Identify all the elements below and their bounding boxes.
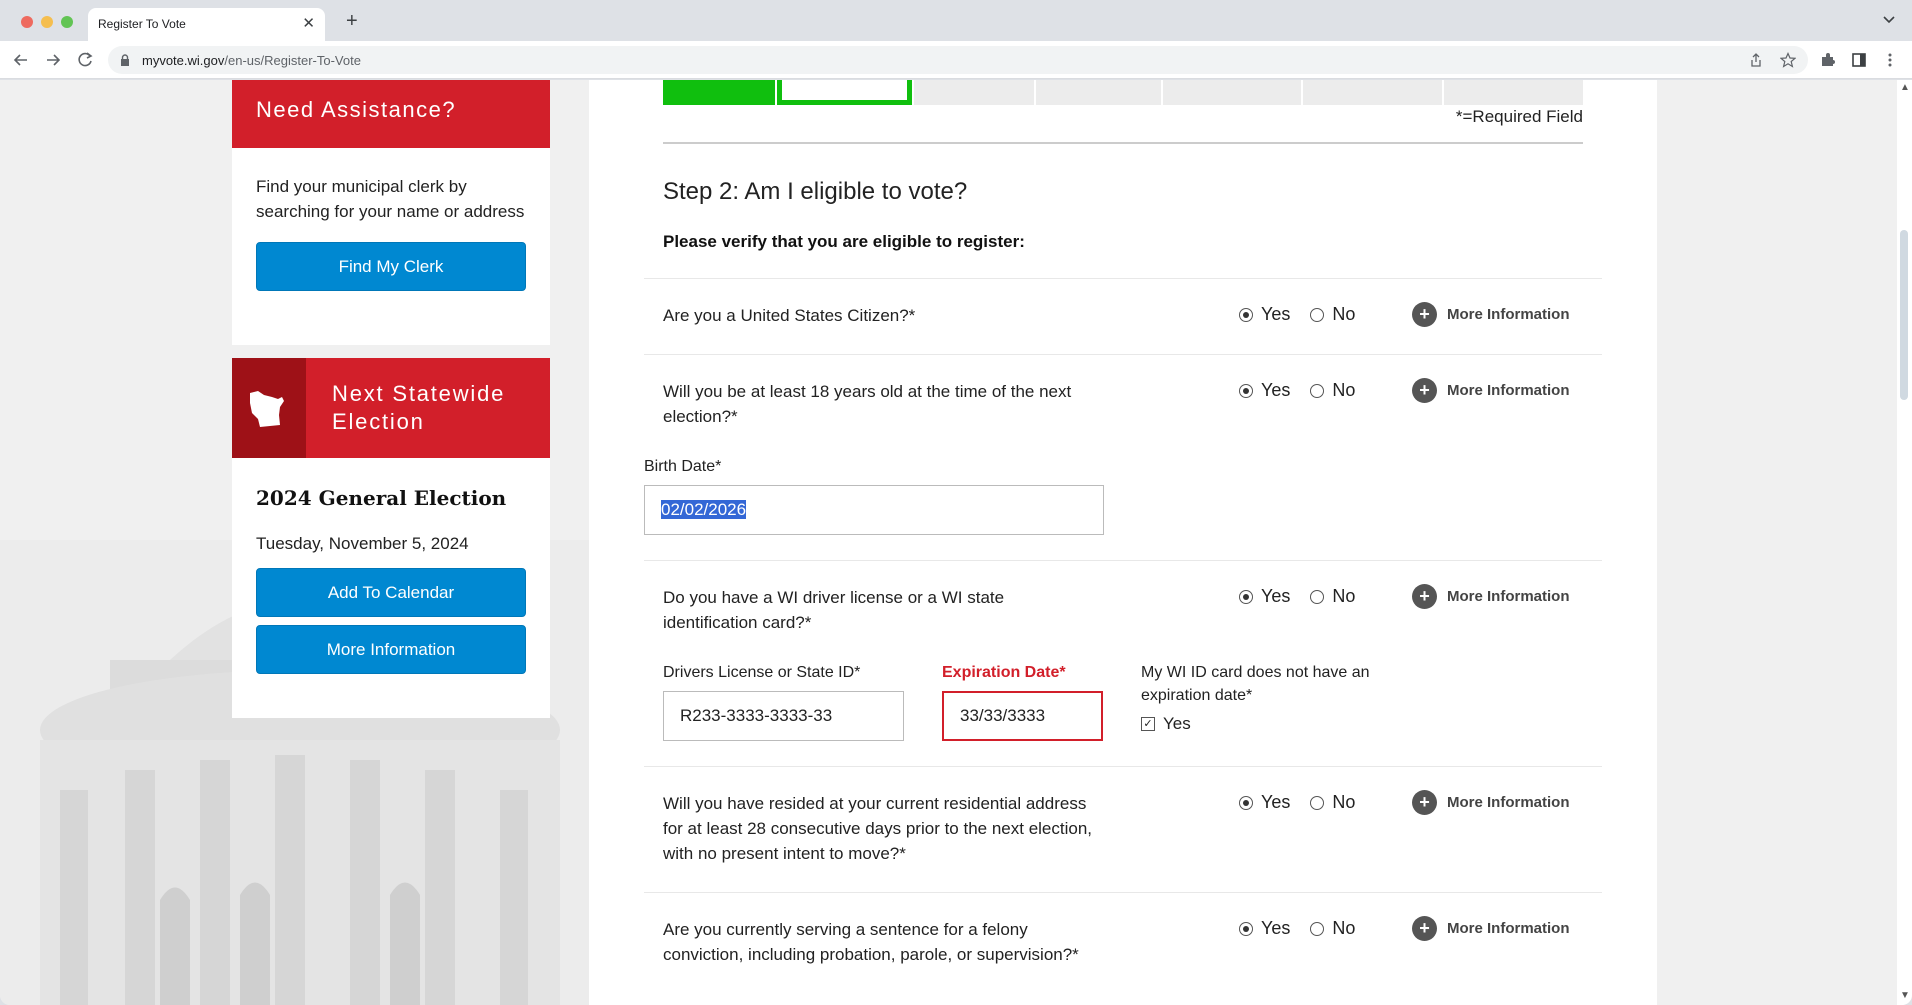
url-text: myvote.wi.gov/en-us/Register-To-Vote [142,53,361,68]
need-assistance-heading: Need Assistance? [232,80,550,148]
forward-icon[interactable] [42,49,64,71]
citizen-more-info-button[interactable]: + More Information [1412,302,1570,327]
expiration-date-label: Expiration Date* [942,664,1066,681]
plus-circle-icon: + [1412,302,1437,327]
progress-step-6 [1303,80,1443,105]
citizen-yes-radio[interactable]: Yes [1239,304,1290,325]
need-assistance-card: Need Assistance? Find your municipal cle… [232,80,550,345]
wisconsin-state-icon [250,391,284,427]
wi-license-more-info-button[interactable]: + More Information [1412,584,1570,609]
question-citizen: Are you a United States Citizen?* [663,306,916,325]
divider [644,354,1602,355]
question-residency: Will you have resided at your current re… [663,794,1093,863]
checkbox-checked-icon: ✓ [1141,717,1155,731]
find-my-clerk-button[interactable]: Find My Clerk [256,242,526,291]
question-felony: Are you currently serving a sentence for… [663,920,1079,964]
felony-more-info-button[interactable]: + More Information [1412,916,1570,941]
plus-circle-icon: + [1412,916,1437,941]
reload-icon[interactable] [74,49,96,71]
citizen-radio-group: Yes No [1239,304,1375,325]
required-field-note: *=Required Field [1455,107,1583,126]
bookmark-star-icon[interactable] [1780,52,1796,68]
age-yes-radio[interactable]: Yes [1239,380,1290,401]
close-window-button[interactable] [21,16,33,28]
birth-date-label: Birth Date* [644,458,722,475]
progress-bar [663,80,1583,105]
tab-strip: Register To Vote ✕ + [0,0,1912,41]
birth-date-input[interactable]: 02/02/2026 [644,485,1104,535]
share-icon[interactable] [1748,52,1764,68]
extensions-icon[interactable] [1820,52,1836,68]
age-more-info-button[interactable]: + More Information [1412,378,1570,403]
age-no-radio[interactable]: No [1310,380,1355,401]
progress-step-2 [777,80,912,105]
lock-icon [121,54,129,66]
browser-window: Register To Vote ✕ + myvote.wi.gov/en-us… [0,0,1912,1005]
license-id-label: Drivers License or State ID* [663,664,861,681]
back-icon[interactable] [10,49,32,71]
divider [663,142,1583,144]
residency-yes-radio[interactable]: Yes [1239,792,1290,813]
registration-form: *=Required Field Step 2: Am I eligible t… [589,80,1657,1005]
maximize-window-button[interactable] [61,16,73,28]
plus-circle-icon: + [1412,378,1437,403]
felony-radio-group: Yes No [1239,918,1375,939]
expiration-date-input[interactable]: 33/33/3333 [942,691,1103,741]
chevron-down-icon[interactable] [1882,12,1896,26]
progress-step-5 [1162,80,1302,105]
page-viewport: Need Assistance? Find your municipal cle… [0,80,1912,1005]
residency-more-info-button[interactable]: + More Information [1412,790,1570,815]
next-election-title: Next Statewide Election [332,381,506,434]
step-title: Step 2: Am I eligible to vote? [663,178,968,205]
question-wi-license: Do you have a WI driver license or a WI … [663,588,1005,632]
toolbar: myvote.wi.gov/en-us/Register-To-Vote [0,41,1912,79]
progress-step-4 [1036,80,1161,105]
plus-circle-icon: + [1412,790,1437,815]
progress-step-3 [913,80,1035,105]
election-more-information-button[interactable]: More Information [256,625,526,674]
step-subtitle: Please verify that you are eligible to r… [663,232,1025,251]
close-tab-icon[interactable]: ✕ [302,14,315,32]
minimize-window-button[interactable] [41,16,53,28]
need-assistance-text: Find your municipal clerk by searching f… [256,177,525,221]
add-to-calendar-button[interactable]: Add To Calendar [256,568,526,617]
divider [644,766,1602,767]
progress-step-1 [663,80,776,105]
divider [644,278,1602,279]
tab-title: Register To Vote [98,17,186,31]
scroll-down-icon[interactable]: ▼ [1900,990,1910,1001]
no-expiration-checkbox[interactable]: ✓ Yes [1141,714,1191,734]
new-tab-button[interactable]: + [346,10,358,33]
question-age: Will you be at least 18 years old at the… [663,382,1072,426]
vertical-scrollbar[interactable]: ▲ ▼ [1897,80,1912,1005]
wi-license-yes-radio[interactable]: Yes [1239,586,1290,607]
address-bar[interactable]: myvote.wi.gov/en-us/Register-To-Vote [108,46,1808,74]
residency-radio-group: Yes No [1239,792,1375,813]
progress-step-7 [1444,80,1583,105]
wi-license-no-radio[interactable]: No [1310,586,1355,607]
age-radio-group: Yes No [1239,380,1375,401]
scroll-up-icon[interactable]: ▲ [1900,82,1910,93]
divider [644,560,1602,561]
next-election-card: Next Statewide Election 2024 General Ele… [232,358,550,718]
menu-icon[interactable] [1882,52,1898,68]
tab-register-to-vote[interactable]: Register To Vote ✕ [88,8,325,41]
election-date: Tuesday, November 5, 2024 [256,534,469,553]
felony-yes-radio[interactable]: Yes [1239,918,1290,939]
felony-no-radio[interactable]: No [1310,918,1355,939]
license-id-input[interactable]: R233-3333-3333-33 [663,691,904,741]
divider [644,892,1602,893]
no-expiration-label: My WI ID card does not have an expiratio… [1141,664,1370,704]
plus-circle-icon: + [1412,584,1437,609]
next-election-header: Next Statewide Election [232,358,550,458]
wi-license-radio-group: Yes No [1239,586,1375,607]
citizen-no-radio[interactable]: No [1310,304,1355,325]
side-panel-icon[interactable] [1851,52,1867,68]
residency-no-radio[interactable]: No [1310,792,1355,813]
scrollbar-thumb[interactable] [1900,230,1908,400]
election-name: 2024 General Election [256,486,507,510]
